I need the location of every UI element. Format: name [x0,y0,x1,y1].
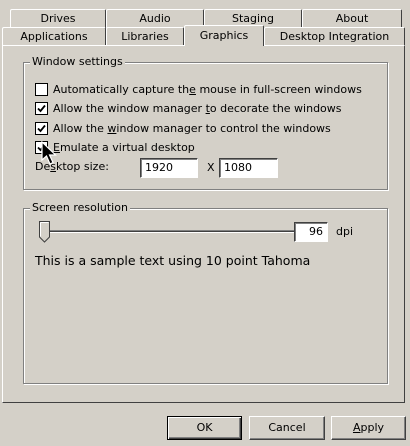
virtual-desktop-label: Emulate a virtual desktop [53,140,195,154]
tab-about[interactable]: About [302,9,402,28]
sample-text: This is a sample text using 10 point Tah… [35,253,311,268]
window-settings-legend: Window settings [30,55,125,69]
capture-mouse-checkbox[interactable] [35,82,48,96]
graphics-panel: Window settings Automatically capture th… [2,45,405,403]
control-windows-checkbox[interactable] [35,121,48,135]
screen-resolution-group: Screen resolution 96 dpi This is a sampl… [23,201,388,384]
ok-button[interactable]: OK [167,416,242,440]
desktop-height-input[interactable]: 1080 [219,158,278,178]
desktop-size-label: Desktop size: [35,160,109,173]
tab-applications[interactable]: Applications [2,27,106,46]
dpi-slider-track[interactable] [42,230,296,233]
capture-mouse-option[interactable]: Automatically capture the mouse in full-… [35,81,362,97]
screen-resolution-legend: Screen resolution [30,201,130,215]
tab-drives[interactable]: Drives [10,9,106,28]
tab-graphics[interactable]: Graphics [184,25,264,46]
cancel-button[interactable]: Cancel [249,416,325,440]
dpi-slider-thumb[interactable] [39,221,50,243]
capture-mouse-label: Automatically capture the mouse in full-… [53,82,362,96]
control-windows-option[interactable]: Allow the window manager to control the … [35,120,331,136]
tab-desktop-integration[interactable]: Desktop Integration [264,27,405,46]
decorate-windows-label: Allow the window manager to decorate the… [53,101,342,115]
decorate-windows-option[interactable]: Allow the window manager to decorate the… [35,100,342,116]
window-settings-group: Window settings Automatically capture th… [23,55,388,190]
dpi-unit-label: dpi [336,225,354,238]
control-windows-label: Allow the window manager to control the … [53,121,331,135]
tab-libraries[interactable]: Libraries [106,27,184,46]
desktop-width-input[interactable]: 1920 [140,158,198,178]
apply-button[interactable]: Apply [331,416,406,440]
desktop-size-separator: X [207,161,215,174]
dpi-input[interactable]: 96 [294,222,328,242]
decorate-windows-checkbox[interactable] [35,101,48,115]
